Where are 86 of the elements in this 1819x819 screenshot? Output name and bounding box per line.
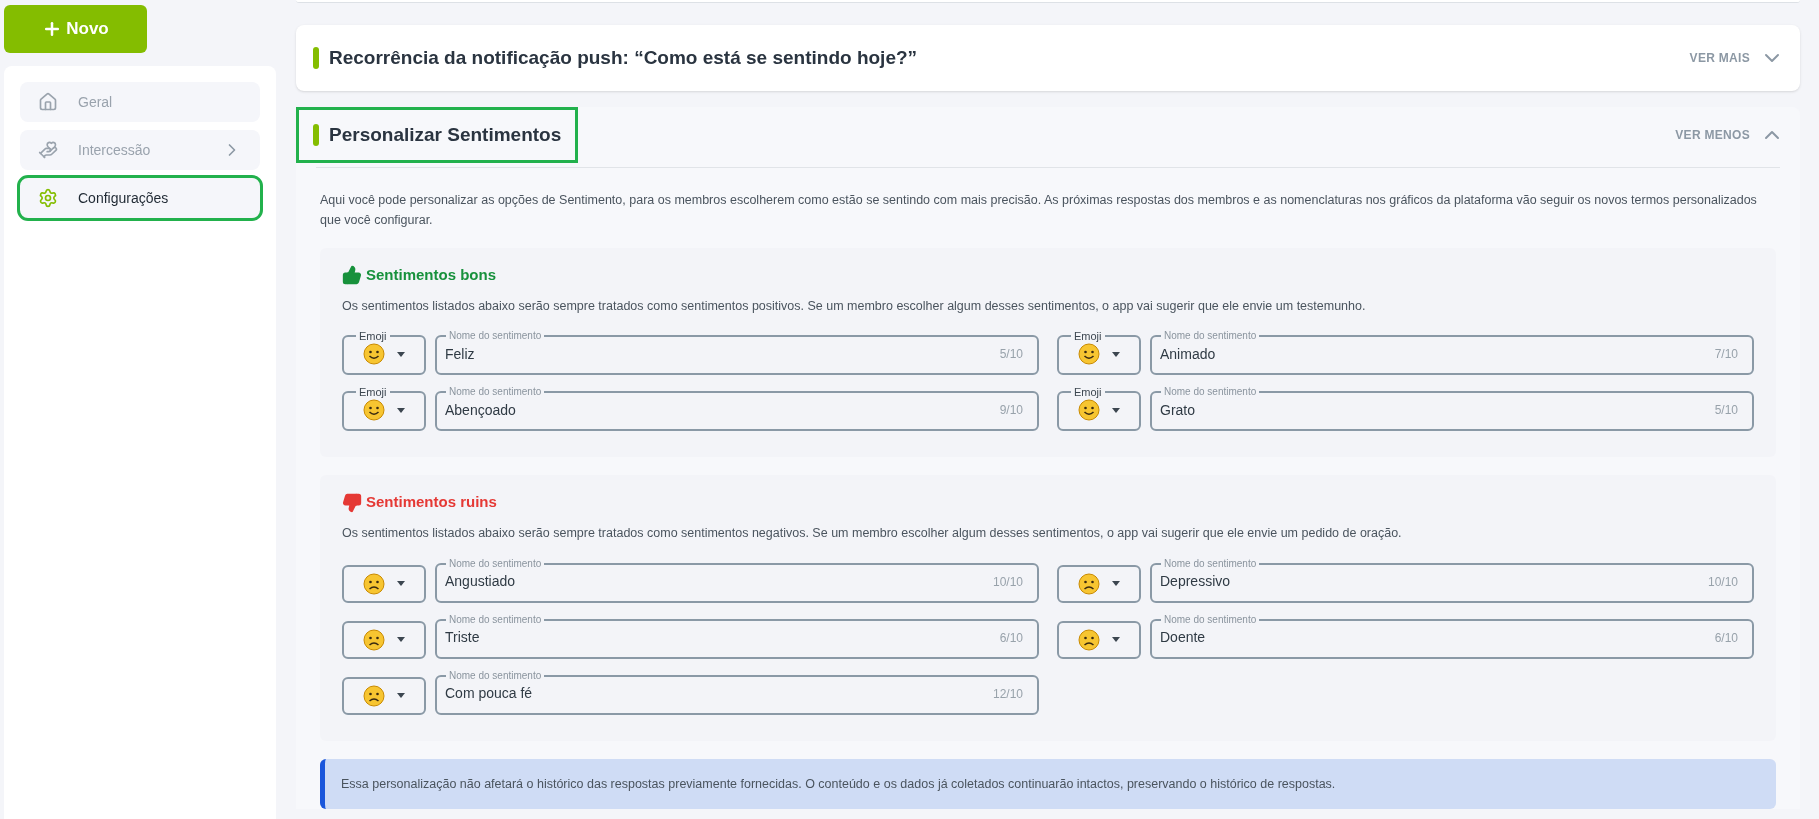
feeling-name-field[interactable]: Nome do sentimento Depressivo 10/10 <box>1150 556 1754 603</box>
emoji-label: Emoji <box>1073 329 1103 344</box>
panel-title-text: Personalizar Sentimentos <box>329 122 562 147</box>
field-label: Nome do sentimento <box>1163 612 1258 627</box>
caret-icon <box>1112 351 1120 357</box>
sad-face-icon <box>1078 572 1100 595</box>
accent-bar-icon <box>313 47 319 69</box>
sidebar-label: Geral <box>78 92 114 112</box>
field-label: Nome do sentimento <box>1163 329 1258 344</box>
character-count: 10/10 <box>992 573 1023 591</box>
emoji-picker[interactable]: Emoji <box>342 385 426 432</box>
feeling-name: Abençoado <box>445 400 516 420</box>
field-label: Nome do sentimento <box>448 556 543 571</box>
emoji-picker[interactable]: Emoji <box>1057 329 1141 376</box>
field-label: Nome do sentimento <box>448 612 543 627</box>
caret-icon <box>1112 407 1120 413</box>
feeling-name-field[interactable]: Nome do sentimento Animado 7/10 <box>1150 329 1754 376</box>
character-count: 7/10 <box>1714 346 1738 364</box>
feeling-name: Doente <box>1160 628 1206 647</box>
settings-icon <box>38 188 58 208</box>
feeling-name-field[interactable]: Nome do sentimento Triste 6/10 <box>435 612 1039 659</box>
feeling-name-field[interactable]: Nome do sentimento Abençoado 9/10 <box>435 385 1039 432</box>
sad-face-icon <box>1078 628 1100 651</box>
home-icon <box>38 92 58 112</box>
sad-face-icon <box>363 684 385 707</box>
emoji-label: Emoji <box>358 329 388 344</box>
caret-icon <box>397 637 405 642</box>
character-count: 6/10 <box>1714 629 1738 647</box>
emoji-label: Emoji <box>358 385 388 400</box>
feeling-name-field[interactable]: Nome do sentimento Grato 5/10 <box>1150 385 1754 432</box>
smiling-face-icon <box>363 343 385 366</box>
emoji-picker[interactable] <box>1057 564 1141 603</box>
emoji-picker[interactable]: Emoji <box>1057 385 1141 432</box>
field-label: Nome do sentimento <box>1163 556 1258 571</box>
feeling-name: Angustiado <box>445 572 516 591</box>
group-title: Sentimentos bons <box>366 265 496 285</box>
feeling-name-field[interactable]: Nome do sentimento Com pouca fé 12/10 <box>435 668 1039 715</box>
emoji-picker[interactable]: Emoji <box>342 329 426 376</box>
character-count: 5/10 <box>1714 402 1738 420</box>
panel-title-text: Recorrência da notificação push: “Como está se sentindo hoje?” <box>329 45 918 70</box>
feeling-name: Depressivo <box>1160 572 1231 591</box>
sad-face-icon <box>363 628 385 651</box>
caret-icon <box>1112 581 1120 586</box>
caret-icon <box>397 693 405 698</box>
character-count: 5/10 <box>999 346 1023 364</box>
section-description: Aqui você pode personalizar as opções de Sentimento, para os membros escolherem como estão se sentindo com mais precisão. As próximas respostas dos membros e as nomenclaturas nos gráficos da plataforma vão seguir os novos termos personalizados que você configurar. <box>320 192 1758 229</box>
emoji-picker[interactable] <box>342 620 426 659</box>
feeling-name: Feliz <box>445 344 475 364</box>
caret-icon <box>1112 637 1120 642</box>
field-label: Nome do sentimento <box>1163 385 1258 400</box>
sidebar-item[interactable]: Configurações <box>20 178 260 218</box>
accent-bar-icon <box>313 124 319 146</box>
group-title: Sentimentos ruins <box>366 492 497 513</box>
emoji-picker[interactable] <box>1057 620 1141 659</box>
group-description: Os sentimentos listados abaixo serão sempre tratados como sentimentos negativos. Se um membro escolher algum desses sentimentos, o app vai sugerir que ele envie um pedido de oração. <box>342 524 1403 542</box>
feeling-name-field[interactable]: Nome do sentimento Doente 6/10 <box>1150 612 1754 659</box>
emoji-picker[interactable] <box>342 676 426 715</box>
character-count: 9/10 <box>999 402 1023 420</box>
smiling-face-icon <box>363 399 385 422</box>
feeling-name: Animado <box>1160 344 1216 364</box>
emoji-picker[interactable] <box>342 564 426 603</box>
sidebar-label: Configurações <box>78 188 170 208</box>
feeling-name-field[interactable]: Nome do sentimento Feliz 5/10 <box>435 329 1039 376</box>
sidebar-label: Intercessão <box>78 140 152 160</box>
feeling-name: Com pouca fé <box>445 684 533 703</box>
character-count: 12/10 <box>992 685 1023 703</box>
sad-face-icon <box>363 572 385 595</box>
caret-icon <box>397 351 405 357</box>
smiling-face-icon <box>1078 399 1100 422</box>
field-label: Nome do sentimento <box>448 329 543 344</box>
caret-icon <box>397 407 405 413</box>
caret-icon <box>397 581 405 586</box>
character-count: 10/10 <box>1707 573 1738 591</box>
feeling-name: Triste <box>445 628 480 647</box>
feeling-name: Grato <box>1160 400 1195 420</box>
field-label: Nome do sentimento <box>448 385 543 400</box>
thumbs-down-icon <box>342 492 362 513</box>
thumbs-up-icon <box>342 265 362 286</box>
emoji-label: Emoji <box>1073 385 1103 400</box>
hands-icon <box>38 140 58 160</box>
field-label: Nome do sentimento <box>448 668 543 683</box>
feeling-name-field[interactable]: Nome do sentimento Angustiado 10/10 <box>435 556 1039 603</box>
group-description: Os sentimentos listados abaixo serão sempre tratados como sentimentos positivos. Se um membro escolher algum desses sentimentos, o app vai sugerir que ele envie um testemunho. <box>342 297 1367 315</box>
smiling-face-icon <box>1078 343 1100 366</box>
info-notice: Essa personalização não afetará o histórico das respostas previamente fornecidas. O conteúdo e os dados já coletados continuarão intactos, preservando o histórico de respostas. <box>320 758 1776 810</box>
character-count: 6/10 <box>999 629 1023 647</box>
